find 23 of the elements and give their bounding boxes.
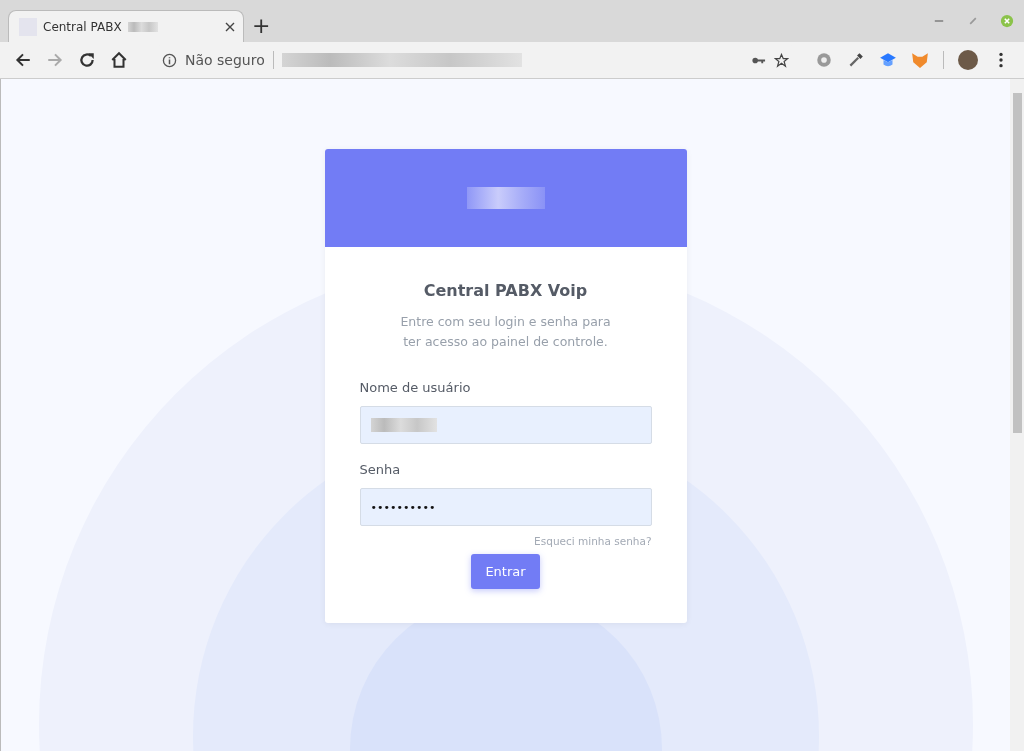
info-icon[interactable] [162,52,177,68]
star-icon[interactable] [774,52,789,68]
close-icon[interactable] [225,21,235,32]
username-field[interactable] [359,406,652,444]
security-label: Não seguro [185,52,265,68]
tab-title: Central PABX [43,19,122,34]
new-tab-button[interactable]: + [252,12,271,38]
reload-icon[interactable] [78,51,96,69]
graduation-cap-icon[interactable] [879,51,897,69]
blurred-text [127,21,158,32]
home-icon[interactable] [110,51,128,69]
field-label: Senha [359,462,402,477]
login-button[interactable]: Entrar [471,554,540,589]
eyedropper-icon[interactable] [847,51,865,69]
avatar[interactable] [958,50,978,70]
password-field[interactable]: •••••••••• [359,488,652,526]
browser-tab[interactable]: Central PABX [8,10,244,42]
scrollbar-thumb[interactable] [1012,93,1022,433]
back-arrow-icon[interactable] [14,51,32,69]
field-label: Nome de usuário [359,380,472,395]
card-title: Central PABX Voip [422,281,589,300]
blurred-text [370,418,437,432]
card-subtitle: Entre com seu login e senha para ter acesso ao painel de controle. [399,313,612,351]
